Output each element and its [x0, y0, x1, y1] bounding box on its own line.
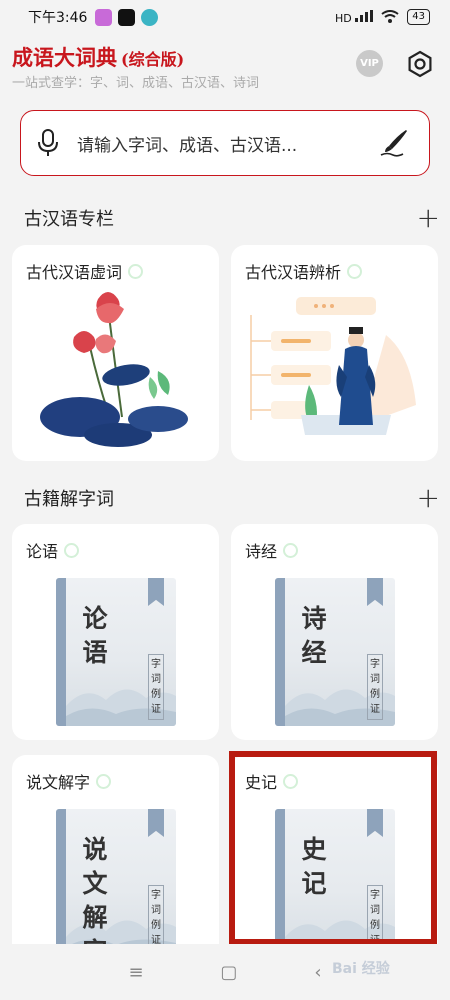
section-title: 古籍解字词 [24, 489, 114, 510]
status-bar: 下午3:46 HD 43 [0, 0, 450, 34]
book-cover-lunyu: 论语 字词例证 [56, 578, 176, 726]
status-indicators: HD 43 [335, 9, 430, 25]
settings-button[interactable] [404, 48, 436, 80]
card-title: 古代汉语辨析 [245, 259, 363, 283]
add-section-button[interactable]: + [417, 204, 440, 232]
book-cover-tag: 字词例证 [367, 885, 383, 951]
watermark: Bai 经验 [332, 961, 390, 977]
search-bar[interactable]: 请输入字词、成语、古汉语... [20, 110, 430, 176]
book-cover-shuowen: 说文解字 字词例证 [56, 809, 176, 957]
card-shijing[interactable]: 诗经 诗经 字词例证 [231, 524, 438, 740]
section-title: 古汉语专栏 [24, 209, 114, 230]
book-cover-title: 论语 [82, 604, 108, 667]
add-section-button[interactable]: + [417, 484, 440, 512]
book-cover-tag: 字词例证 [367, 654, 383, 720]
signal-icon: HD [335, 9, 374, 25]
back-nav-button[interactable]: ‹ [314, 962, 321, 983]
vip-button[interactable]: VIP [356, 50, 383, 77]
status-ring-icon [64, 542, 80, 558]
section-classics-header: 古籍解字词 + [24, 484, 440, 512]
bookmark-ribbon-icon [367, 578, 383, 606]
bookmark-ribbon-icon [367, 809, 383, 837]
status-ring-icon [96, 773, 112, 789]
book-cover-tag: 字词例证 [148, 885, 164, 951]
browser-notification-icon [141, 8, 159, 26]
book-cover-title: 诗经 [301, 604, 327, 667]
search-input[interactable]: 请输入字词、成语、古汉语... [77, 131, 379, 156]
app-title: 成语大词典 (综合版) [12, 42, 184, 72]
app-title-main: 成语大词典 [12, 45, 117, 70]
status-ring-icon [128, 263, 144, 279]
book-cover-shijing: 诗经 字词例证 [275, 578, 395, 726]
tiktok-icon [118, 8, 136, 26]
app-title-edition: (综合版) [121, 50, 185, 69]
bookmark-ribbon-icon [148, 578, 164, 606]
battery-indicator: 43 [407, 9, 430, 25]
status-time: 下午3:46 [28, 10, 88, 26]
section-classical-chinese-header: 古汉语专栏 + [24, 204, 440, 232]
card-title: 论语 [26, 538, 80, 562]
card-title: 说文解字 [26, 769, 112, 793]
status-ring-icon [283, 773, 299, 789]
menu-nav-button[interactable]: ≡ [128, 962, 143, 983]
app-subtitle: 一站式查学：字、词、成语、古汉语、诗词 [12, 76, 260, 91]
book-cover-title: 史记 [301, 835, 327, 898]
book-cover-shiji: 史记 字词例证 [275, 809, 395, 957]
settings-hexagon-icon [408, 50, 432, 78]
card-title: 古代汉语虚词 [26, 259, 144, 283]
bookmark-ribbon-icon [148, 809, 164, 837]
scholar-illustration [250, 297, 416, 435]
card-lunyu[interactable]: 论语 论语 字词例证 [12, 524, 219, 740]
status-ring-icon [347, 263, 363, 279]
status-ring-icon [283, 542, 299, 558]
lotus-illustration [40, 292, 188, 447]
card-ancient-chinese-analysis[interactable]: 古代汉语辨析 [231, 245, 438, 461]
handwriting-brush-icon[interactable] [379, 128, 409, 158]
microphone-icon[interactable] [35, 128, 61, 158]
card-title: 史记 [245, 769, 299, 793]
card-ancient-function-words[interactable]: 古代汉语虚词 [12, 245, 219, 461]
book-cover-tag: 字词例证 [148, 654, 164, 720]
home-nav-button[interactable]: ▢ [220, 962, 237, 983]
card-shuowen-jiezi[interactable]: 说文解字 说文解字 字词例证 [12, 755, 219, 971]
app-notification-icon [95, 8, 113, 26]
card-shiji[interactable]: 史记 史记 字词例证 [231, 755, 438, 971]
wifi-icon [381, 10, 399, 23]
book-cover-title: 说文解字 [82, 835, 108, 957]
card-title: 诗经 [245, 538, 299, 562]
